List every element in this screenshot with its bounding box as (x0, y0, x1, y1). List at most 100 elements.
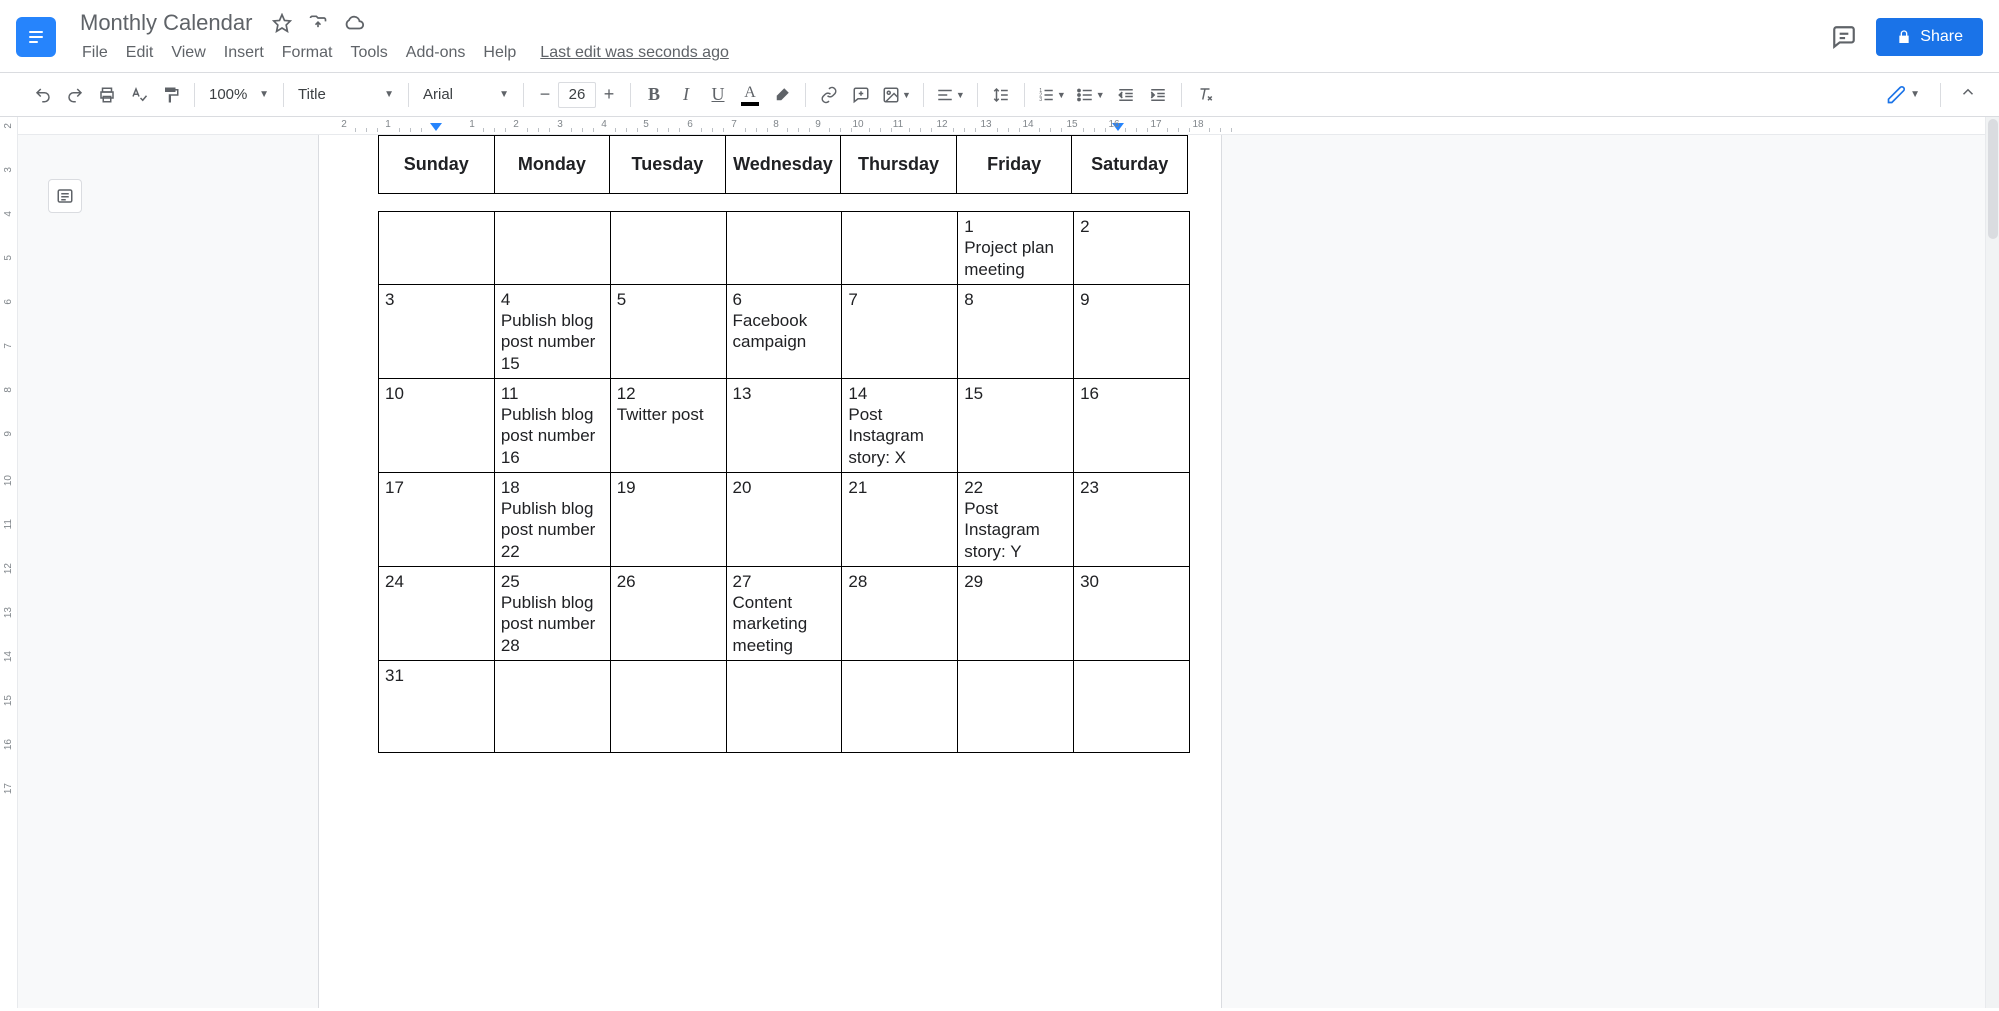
menu-edit[interactable]: Edit (118, 40, 162, 66)
menu-view[interactable]: View (163, 40, 213, 66)
move-icon[interactable] (306, 11, 330, 35)
document-canvas[interactable]: SundayMondayTuesdayWednesdayThursdayFrid… (18, 135, 1999, 1008)
calendar-cell[interactable] (726, 660, 842, 752)
calendar-cell[interactable]: 21 (842, 472, 958, 566)
calendar-cell[interactable] (379, 212, 495, 285)
calendar-cell[interactable]: 1Project plan meeting (958, 212, 1074, 285)
calendar-cell[interactable]: 31 (379, 660, 495, 752)
calendar-cell[interactable] (726, 212, 842, 285)
calendar-cell[interactable]: 17 (379, 472, 495, 566)
calendar-cell[interactable]: 23 (1074, 472, 1190, 566)
vertical-scrollbar[interactable] (1985, 117, 1999, 1008)
bold-button[interactable]: B (639, 80, 669, 110)
doc-title[interactable]: Monthly Calendar (74, 8, 258, 38)
calendar-cell[interactable]: 22Post Instagram story: Y (958, 472, 1074, 566)
calendar-cell[interactable]: 7 (842, 284, 958, 378)
indent-marker-left[interactable] (430, 123, 442, 131)
insert-link-button[interactable] (814, 80, 844, 110)
insert-image-button[interactable]: ▼ (878, 80, 915, 110)
collapse-toolbar-button[interactable] (1953, 79, 1983, 110)
comments-icon[interactable] (1830, 23, 1858, 51)
font-select[interactable]: Arial▼ (417, 80, 515, 110)
calendar-cell[interactable]: 15 (958, 378, 1074, 472)
calendar-cell[interactable]: 11Publish blog post number 16 (494, 378, 610, 472)
calendar-cell[interactable]: 24 (379, 566, 495, 660)
menu-format[interactable]: Format (274, 40, 341, 66)
calendar-header-table[interactable]: SundayMondayTuesdayWednesdayThursdayFrid… (378, 135, 1188, 194)
calendar-cell[interactable]: 5 (610, 284, 726, 378)
clear-formatting-button[interactable] (1190, 80, 1220, 110)
text-color-button[interactable]: A (735, 80, 765, 110)
highlight-button[interactable] (767, 80, 797, 110)
docs-logo[interactable] (16, 17, 56, 57)
font-size-increase[interactable]: + (596, 82, 622, 108)
calendar-cell[interactable]: 30 (1074, 566, 1190, 660)
calendar-cell[interactable]: 10 (379, 378, 495, 472)
menu-addons[interactable]: Add-ons (398, 40, 474, 66)
decrease-indent-button[interactable] (1111, 80, 1141, 110)
calendar-cell[interactable]: 4Publish blog post number 15 (494, 284, 610, 378)
undo-button[interactable] (28, 80, 58, 110)
calendar-cell[interactable]: 16 (1074, 378, 1190, 472)
bulleted-list-button[interactable]: ▼ (1072, 80, 1109, 110)
vertical-ruler[interactable]: 234567891011121314151617 (0, 117, 18, 1008)
star-icon[interactable] (270, 11, 294, 35)
calendar-cell[interactable]: 18Publish blog post number 22 (494, 472, 610, 566)
calendar-cell[interactable]: 2 (1074, 212, 1190, 285)
calendar-cell[interactable]: 19 (610, 472, 726, 566)
font-size-input[interactable] (558, 82, 596, 108)
share-button[interactable]: Share (1876, 18, 1983, 56)
scrollbar-thumb[interactable] (1988, 119, 1998, 239)
align-button[interactable]: ▼ (932, 80, 969, 110)
line-spacing-button[interactable] (986, 80, 1016, 110)
calendar-day-header[interactable]: Thursday (841, 136, 957, 194)
menu-help[interactable]: Help (475, 40, 524, 66)
calendar-day-header[interactable]: Saturday (1072, 136, 1188, 194)
calendar-day-header[interactable]: Tuesday (610, 136, 726, 194)
calendar-cell[interactable]: 12Twitter post (610, 378, 726, 472)
numbered-list-button[interactable]: 123▼ (1033, 80, 1070, 110)
calendar-cell[interactable] (1074, 660, 1190, 752)
calendar-cell[interactable]: 3 (379, 284, 495, 378)
calendar-cell[interactable]: 14Post Instagram story: X (842, 378, 958, 472)
last-edit-link[interactable]: Last edit was seconds ago (540, 44, 729, 62)
insert-comment-button[interactable] (846, 80, 876, 110)
styles-select[interactable]: Title▼ (292, 80, 400, 110)
italic-button[interactable]: I (671, 80, 701, 110)
menu-file[interactable]: File (74, 40, 116, 66)
calendar-cell[interactable] (494, 660, 610, 752)
zoom-select[interactable]: 100%▼ (203, 80, 275, 110)
calendar-cell[interactable]: 8 (958, 284, 1074, 378)
calendar-body-table[interactable]: 1Project plan meeting234Publish blog pos… (378, 211, 1190, 753)
calendar-cell[interactable] (610, 212, 726, 285)
calendar-cell[interactable]: 9 (1074, 284, 1190, 378)
menu-tools[interactable]: Tools (342, 40, 395, 66)
calendar-cell[interactable] (842, 660, 958, 752)
font-size-decrease[interactable]: − (532, 82, 558, 108)
calendar-cell[interactable] (842, 212, 958, 285)
calendar-cell[interactable]: 25Publish blog post number 28 (494, 566, 610, 660)
outline-toggle[interactable] (48, 179, 82, 213)
calendar-cell[interactable] (494, 212, 610, 285)
calendar-cell[interactable]: 20 (726, 472, 842, 566)
calendar-cell[interactable]: 6Facebook campaign (726, 284, 842, 378)
calendar-cell[interactable]: 29 (958, 566, 1074, 660)
menu-insert[interactable]: Insert (216, 40, 272, 66)
print-button[interactable] (92, 80, 122, 110)
redo-button[interactable] (60, 80, 90, 110)
calendar-cell[interactable] (610, 660, 726, 752)
paint-format-button[interactable] (156, 80, 186, 110)
calendar-day-header[interactable]: Friday (956, 136, 1072, 194)
calendar-cell[interactable]: 26 (610, 566, 726, 660)
calendar-cell[interactable]: 28 (842, 566, 958, 660)
calendar-cell[interactable]: 13 (726, 378, 842, 472)
calendar-cell[interactable] (958, 660, 1074, 752)
underline-button[interactable]: U (703, 80, 733, 110)
calendar-day-header[interactable]: Wednesday (725, 136, 841, 194)
calendar-day-header[interactable]: Sunday (379, 136, 495, 194)
calendar-cell[interactable]: 27Content marketing meeting (726, 566, 842, 660)
increase-indent-button[interactable] (1143, 80, 1173, 110)
spellcheck-button[interactable] (124, 80, 154, 110)
horizontal-ruler[interactable]: 21123456789101112131415161718 (18, 117, 1999, 135)
editing-mode-button[interactable]: ▼ (1878, 81, 1928, 109)
